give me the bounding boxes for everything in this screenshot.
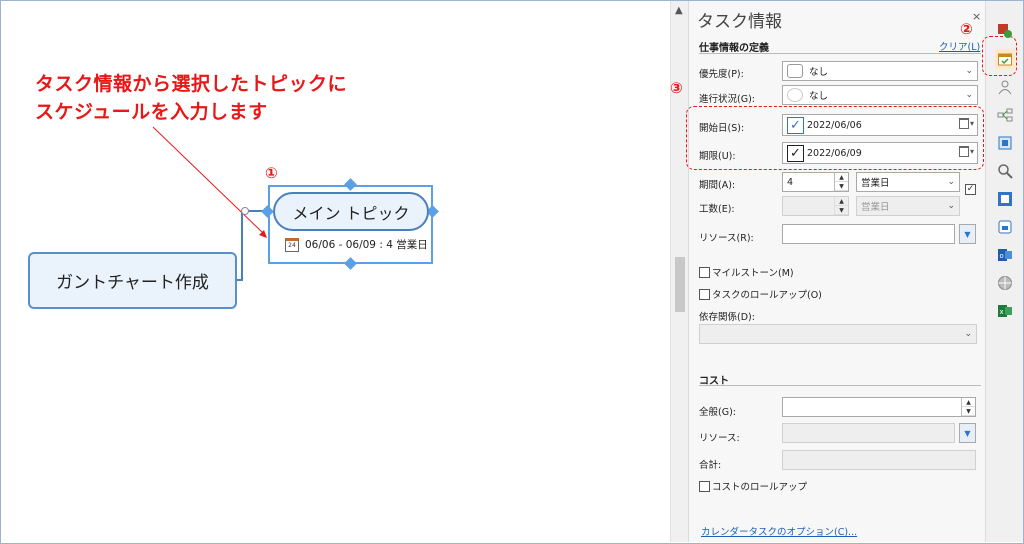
format-icon[interactable] xyxy=(995,133,1015,153)
duration-value: 4 xyxy=(787,176,794,188)
duration-spinner[interactable]: ▲ ▼ xyxy=(834,173,848,191)
scroll-up-icon[interactable]: ▲ xyxy=(675,5,683,16)
annotation-arrow xyxy=(152,126,267,238)
resource-label: リソース(R): xyxy=(699,233,754,244)
chevron-down-icon: ⌄ xyxy=(965,90,973,100)
section-divider xyxy=(699,385,981,386)
svg-text:x: x xyxy=(1000,308,1004,316)
sharepoint-icon[interactable] xyxy=(995,217,1015,237)
map-canvas[interactable]: タスク情報から選択したトピックに スケジュールを入力します ① ガントチャート作… xyxy=(1,1,669,542)
duration-unit-value: 営業日 xyxy=(861,178,890,189)
excel-icon[interactable]: x xyxy=(995,301,1015,321)
duration-unit-select[interactable]: 営業日 ⌄ xyxy=(856,172,960,192)
task-rollup-text: タスクのロールアップ(O) xyxy=(712,290,822,301)
cost-rollup-text: コストのロールアップ xyxy=(712,482,808,493)
progress-swatch xyxy=(787,88,803,102)
milestone-checkbox[interactable]: マイルストーン(M) xyxy=(699,265,794,279)
effort-spinner[interactable]: ▲ ▼ xyxy=(834,197,848,215)
topic-connector xyxy=(237,210,271,281)
general-cost-spinner[interactable]: ▲ ▼ xyxy=(961,398,975,416)
svg-text:o: o xyxy=(1000,252,1004,260)
map-parts-icon[interactable] xyxy=(995,105,1015,125)
effort-unit-value: 営業日 xyxy=(861,202,890,213)
review-icon[interactable] xyxy=(995,21,1015,41)
priority-select[interactable]: なし ⌄ xyxy=(782,61,978,81)
progress-select[interactable]: なし ⌄ xyxy=(782,85,978,105)
milestone-box[interactable] xyxy=(699,266,710,278)
chevron-down-icon: ⌄ xyxy=(947,201,955,211)
priority-value: なし xyxy=(809,67,829,78)
progress-value: なし xyxy=(809,91,829,102)
marker-3: ③ xyxy=(670,79,683,97)
outlook-icon[interactable] xyxy=(995,189,1015,209)
dependency-select[interactable]: ⌄ xyxy=(699,324,977,344)
total-cost-label: 合計: xyxy=(699,460,722,471)
effort-label: 工数(E): xyxy=(699,204,735,215)
cost-rollup-box[interactable] xyxy=(699,480,710,492)
central-topic-text: ガントチャート作成 xyxy=(56,273,209,293)
task-rollup-checkbox[interactable]: タスクのロールアップ(O) xyxy=(699,287,822,301)
milestone-text: マイルストーン(M) xyxy=(712,268,794,279)
chevron-down-icon: ⌄ xyxy=(965,66,973,76)
web-icon[interactable] xyxy=(995,273,1015,293)
duration-label: 期間(A): xyxy=(699,180,736,191)
close-icon[interactable]: × xyxy=(972,10,981,23)
search-icon[interactable] xyxy=(995,161,1015,181)
priority-swatch xyxy=(787,64,803,78)
connector-handle[interactable] xyxy=(241,207,249,215)
cost-rollup-checkbox[interactable]: コストのロールアップ xyxy=(699,479,807,493)
task-schedule-label: 24 06/06 - 06/09 : 4 営業日 xyxy=(285,237,428,252)
chevron-down-icon: ⌄ xyxy=(947,177,955,187)
general-cost-label: 全般(G): xyxy=(699,407,736,418)
main-topic[interactable]: メイン トピック xyxy=(273,192,429,231)
clear-link[interactable]: クリア(L) xyxy=(939,39,980,53)
task-rollup-box[interactable] xyxy=(699,288,710,300)
marker-1: ① xyxy=(265,164,278,182)
resource-dropdown-icon[interactable]: ▼ xyxy=(959,224,976,244)
chevron-down-icon: ⌄ xyxy=(964,329,972,339)
panel-title: タスク情報 xyxy=(697,12,782,32)
work-section-header: 仕事情報の定義 xyxy=(699,43,769,54)
section-divider xyxy=(699,53,981,54)
resource-icon[interactable] xyxy=(995,77,1015,97)
effort-input[interactable]: ▲ ▼ xyxy=(782,196,849,216)
dependency-label: 依存関係(D): xyxy=(699,312,755,323)
cost-resource-input[interactable] xyxy=(782,423,955,443)
date-fields-highlight xyxy=(686,106,984,170)
effort-unit-select[interactable]: 営業日 ⌄ xyxy=(856,196,960,216)
progress-label: 進行状況(G): xyxy=(699,94,755,105)
duration-lock-checkbox[interactable]: ✓ xyxy=(965,184,976,195)
main-topic-text: メイン トピック xyxy=(292,203,410,223)
task-info-panel: タスク情報 × 仕事情報の定義 クリア(L) 優先度(P): なし ⌄ 進行状況… xyxy=(670,1,985,542)
calendar-options-link[interactable]: カレンダータスクのオプション(C)... xyxy=(701,524,857,538)
cost-resource-dropdown-icon[interactable]: ▼ xyxy=(959,423,976,443)
outlook-sync-icon[interactable]: o xyxy=(995,245,1015,265)
schedule-text: 06/06 - 06/09 : 4 営業日 xyxy=(305,239,428,251)
task-info-icon[interactable] xyxy=(995,49,1015,69)
right-toolbar: ② o x xyxy=(960,1,1023,542)
resource-input[interactable] xyxy=(782,224,955,244)
duration-input[interactable]: 4 ▲ ▼ xyxy=(782,172,849,192)
priority-label: 優先度(P): xyxy=(699,69,744,80)
scroll-thumb[interactable] xyxy=(675,257,685,312)
central-topic[interactable]: ガントチャート作成 xyxy=(28,252,237,309)
total-cost-field xyxy=(782,450,976,470)
marker-2: ② xyxy=(960,20,973,38)
general-cost-input[interactable]: ▲ ▼ xyxy=(782,397,976,417)
calendar-icon: 24 xyxy=(285,237,299,252)
cost-resource-label: リソース: xyxy=(699,433,740,444)
